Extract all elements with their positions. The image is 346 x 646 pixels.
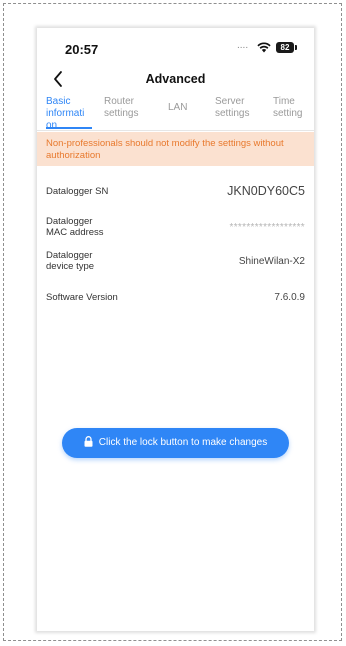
tab-label: LAN [168, 102, 188, 113]
tab-label: Time setting [273, 96, 303, 119]
lock-icon [84, 436, 93, 447]
status-time: 20:57 [65, 42, 99, 57]
tab-server-settings[interactable]: Server settings [215, 96, 259, 120]
battery-icon: 82 [276, 42, 297, 53]
tab-lan[interactable]: LAN [168, 102, 198, 114]
tab-label: Server settings [215, 96, 250, 119]
active-tab-indicator [46, 127, 92, 129]
nav-bar: Advanced [37, 66, 314, 94]
info-row-software-version: Software Version 7.6.0.9 [46, 290, 305, 306]
tab-router-settings[interactable]: Router settings [104, 96, 148, 120]
warning-banner: Non-professionals should not modify the … [37, 132, 314, 166]
phone-screen: 20:57 .... 82 Advanced Basic informati o… [37, 28, 314, 631]
row-label: Datalogger MAC address [46, 216, 104, 238]
row-value: ShineWilan-X2 [238, 256, 305, 267]
row-value: 7.6.0.9 [274, 292, 305, 303]
tab-bar: Basic informati on Router settings LAN S… [37, 94, 314, 131]
tab-basic-information[interactable]: Basic informati on [46, 96, 90, 129]
wifi-icon [257, 42, 271, 53]
status-bar: 20:57 .... 82 [37, 28, 314, 66]
info-row-mac-address: Datalogger MAC address *****************… [46, 216, 305, 240]
tab-label: Basic informati on [46, 96, 85, 129]
row-label: Datalogger SN [46, 186, 109, 197]
tab-label: Router settings [104, 96, 139, 119]
row-value: JKN0DY60C5 [227, 184, 305, 198]
warning-text: Non-professionals should not modify the … [46, 138, 284, 161]
signal-dots: .... [237, 40, 249, 51]
info-row-device-type: Datalogger device type ShineWilan-X2 [46, 250, 305, 274]
row-label: Datalogger device type [46, 250, 95, 272]
info-row-datalogger-sn: Datalogger SN JKN0DY60C5 [46, 176, 305, 208]
lock-button[interactable]: Click the lock button to make changes [62, 428, 289, 458]
row-label: Software Version [46, 292, 118, 303]
page-title: Advanced [145, 72, 206, 86]
lock-button-label: Click the lock button to make changes [98, 437, 268, 448]
tab-time-setting[interactable]: Time setting [273, 96, 311, 120]
row-value: ****************** [229, 222, 305, 233]
